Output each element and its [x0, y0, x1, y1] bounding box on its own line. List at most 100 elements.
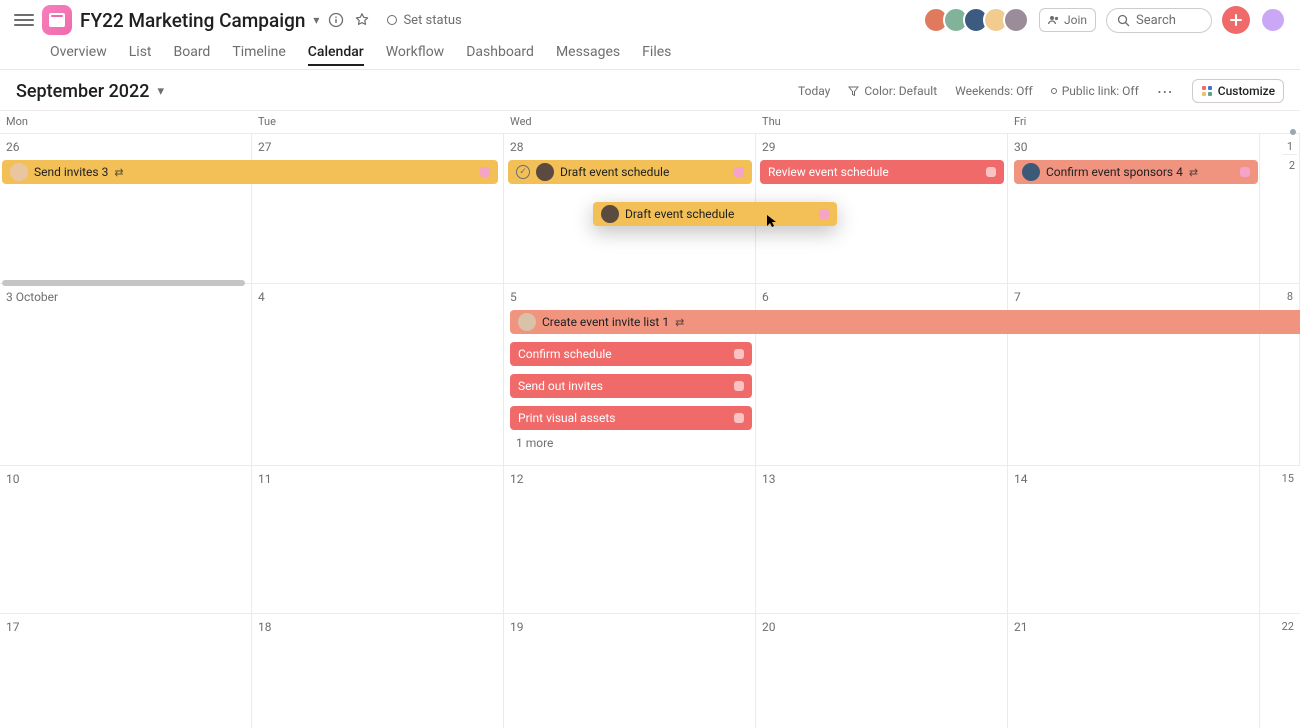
- calendar-cell[interactable]: 12: [504, 466, 756, 613]
- project-tabs: Overview List Board Timeline Calendar Wo…: [0, 40, 1300, 70]
- event-title: Review event schedule: [768, 165, 889, 179]
- day-number: 20: [762, 620, 776, 634]
- day-number: 2: [1283, 154, 1297, 172]
- event-send-out-invites[interactable]: Send out invites: [510, 374, 752, 398]
- subtasks-icon: ⇄: [675, 316, 684, 329]
- event-review-schedule[interactable]: Review event schedule: [760, 160, 1004, 184]
- project-icon[interactable]: [42, 5, 72, 35]
- tab-timeline[interactable]: Timeline: [232, 44, 285, 66]
- day-header: Fri: [1008, 111, 1260, 133]
- day-number: 11: [258, 472, 272, 486]
- tab-messages[interactable]: Messages: [556, 44, 620, 66]
- calendar-cell[interactable]: 11: [252, 466, 504, 613]
- event-title: Send invites: [34, 165, 99, 179]
- project-menu-chevron[interactable]: ▾: [313, 13, 319, 27]
- day-number: 10: [6, 472, 20, 486]
- tab-calendar[interactable]: Calendar: [308, 44, 364, 66]
- assignee-avatar: [601, 205, 619, 223]
- more-events-link[interactable]: 1 more: [516, 436, 553, 450]
- info-icon[interactable]: [327, 11, 345, 29]
- event-title: Draft event schedule: [560, 165, 669, 179]
- status-dot-icon: [387, 15, 397, 25]
- day-number: 28: [510, 140, 524, 154]
- day-number: 4: [258, 290, 265, 304]
- day-number: 12: [510, 472, 524, 486]
- calendar-cell[interactable]: 10: [0, 466, 252, 613]
- more-options[interactable]: ⋯: [1157, 82, 1174, 101]
- plus-icon: [1229, 13, 1243, 27]
- public-link-option[interactable]: Public link: Off: [1051, 84, 1139, 98]
- day-header: Tue: [252, 111, 504, 133]
- event-draft-schedule[interactable]: ✓ Draft event schedule: [508, 160, 752, 184]
- day-header: Mon: [0, 111, 252, 133]
- event-confirm-schedule[interactable]: Confirm schedule: [510, 342, 752, 366]
- event-confirm-sponsors[interactable]: Confirm event sponsors 4 ⇄: [1014, 160, 1258, 184]
- subtask-count: 1: [662, 315, 669, 329]
- calendar-cell[interactable]: 4: [252, 284, 504, 465]
- event-color-chip: [734, 413, 744, 423]
- color-option[interactable]: Color: Default: [848, 84, 937, 98]
- calendar-cell[interactable]: 19: [504, 614, 756, 728]
- join-label: Join: [1064, 13, 1087, 27]
- calendar-cell[interactable]: 17: [0, 614, 252, 728]
- day-number: 30: [1014, 140, 1028, 154]
- calendar-cell-peek[interactable]: 15: [1260, 466, 1300, 613]
- day-number: 1: [1264, 140, 1295, 153]
- subtask-count: 4: [1176, 165, 1183, 179]
- tab-files[interactable]: Files: [642, 44, 671, 66]
- calendar-cell[interactable]: 18: [252, 614, 504, 728]
- public-link-label: Public link: Off: [1062, 84, 1139, 98]
- event-title: Draft event schedule: [625, 207, 734, 221]
- day-number: 21: [1014, 620, 1028, 634]
- day-number: 22: [1264, 620, 1296, 633]
- circle-icon: [1051, 88, 1057, 94]
- event-color-chip: [480, 167, 490, 177]
- complete-check-icon[interactable]: ✓: [516, 165, 530, 179]
- calendar-cell[interactable]: 3 October: [0, 284, 252, 465]
- calendar-cell[interactable]: 20: [756, 614, 1008, 728]
- event-color-chip: [819, 209, 829, 219]
- assignee-avatar: [536, 163, 554, 181]
- star-icon[interactable]: [353, 11, 371, 29]
- event-color-chip: [986, 167, 996, 177]
- event-print-visual[interactable]: Print visual assets: [510, 406, 752, 430]
- customize-button[interactable]: Customize: [1192, 79, 1284, 103]
- join-button[interactable]: Join: [1039, 8, 1096, 32]
- calendar-cell-peek[interactable]: 22: [1260, 614, 1300, 728]
- event-drag-ghost[interactable]: Draft event schedule: [593, 202, 837, 226]
- today-button[interactable]: Today: [798, 84, 830, 98]
- calendar-cell-peek[interactable]: 1 2: [1260, 134, 1300, 283]
- calendar-cell[interactable]: 14: [1008, 466, 1260, 613]
- calendar-cell[interactable]: 21: [1008, 614, 1260, 728]
- create-button[interactable]: [1222, 6, 1250, 34]
- filter-icon: [848, 86, 859, 97]
- assignee-avatar: [10, 163, 28, 181]
- day-headers: Mon Tue Wed Thu Fri: [0, 110, 1300, 134]
- weekends-option[interactable]: Weekends: Off: [955, 84, 1033, 98]
- project-title[interactable]: FY22 Marketing Campaign: [80, 9, 305, 32]
- calendar-week-row: 3 October 4 5 6 7 8 Create event invite …: [0, 284, 1300, 466]
- calendar-cell[interactable]: 26: [0, 134, 252, 283]
- tab-list[interactable]: List: [129, 44, 152, 66]
- tab-workflow[interactable]: Workflow: [386, 44, 445, 66]
- tab-dashboard[interactable]: Dashboard: [466, 44, 534, 66]
- event-title: Confirm schedule: [518, 347, 612, 361]
- calendar-cell[interactable]: 27: [252, 134, 504, 283]
- event-color-chip: [734, 167, 744, 177]
- calendar-cell[interactable]: 30: [1008, 134, 1260, 283]
- day-header: Thu: [756, 111, 1008, 133]
- self-avatar[interactable]: [1260, 7, 1286, 33]
- day-number: 26: [6, 140, 20, 154]
- member-avatars[interactable]: [923, 7, 1029, 33]
- menu-toggle[interactable]: [14, 14, 34, 26]
- event-send-invites[interactable]: Send invites 3 ⇄: [2, 160, 498, 184]
- set-status-button[interactable]: Set status: [387, 13, 461, 28]
- calendar-cell[interactable]: 13: [756, 466, 1008, 613]
- calendar-week-row: 17 18 19 20 21 22: [0, 614, 1300, 728]
- month-picker[interactable]: September 2022 ▾: [16, 81, 164, 102]
- search-placeholder: Search: [1136, 13, 1176, 28]
- tab-overview[interactable]: Overview: [50, 44, 107, 66]
- tab-board[interactable]: Board: [174, 44, 211, 66]
- search-input[interactable]: Search: [1106, 8, 1212, 33]
- event-create-invite-list[interactable]: Create event invite list 1 ⇄: [510, 310, 1300, 334]
